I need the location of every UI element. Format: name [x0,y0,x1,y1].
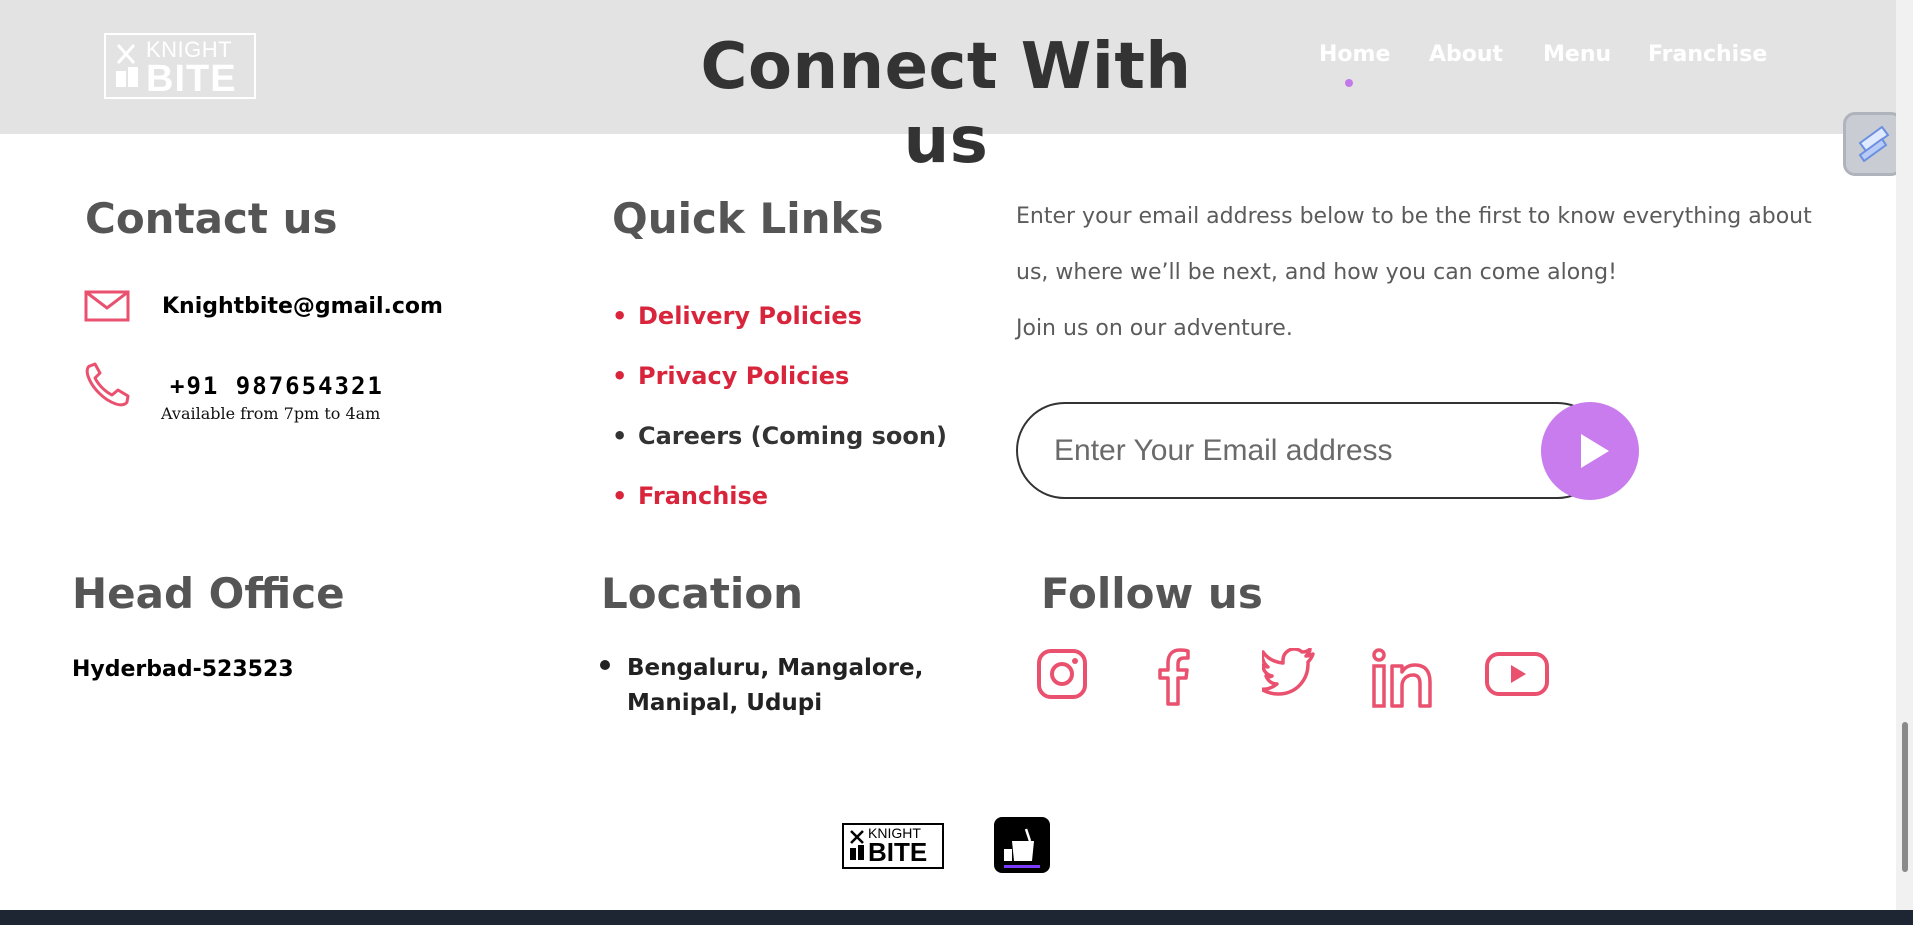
nav-home[interactable]: Home [1319,42,1390,67]
quick-link-privacy[interactable]: • Privacy Policies [612,362,849,390]
contact-email[interactable]: Knightbite@gmail.com [162,294,443,319]
scrollbar-thumb[interactable] [1902,722,1908,872]
nav-about[interactable]: About [1429,42,1503,67]
quick-link-delivery[interactable]: • Delivery Policies [612,302,862,330]
head-office-heading: Head Office [72,569,345,618]
contact-phone[interactable]: +91 987654321 [170,372,384,400]
mail-icon [84,290,130,322]
linkedin-icon[interactable] [1370,648,1434,710]
quick-link-label: Franchise [638,482,769,510]
phone-icon [85,362,130,407]
quick-link-label: Careers (Coming soon) [638,422,947,450]
email-input[interactable] [1054,424,1534,478]
quick-link-careers[interactable]: • Careers (Coming soon) [612,422,947,450]
contact-heading: Contact us [85,194,338,243]
list-bullet: • [612,302,628,330]
fork-knife-icon [850,830,864,860]
floating-tool-button[interactable] [1843,112,1903,176]
list-bullet: • [612,422,628,450]
nav-menu[interactable]: Menu [1543,42,1611,67]
footer-logo[interactable]: KNIGHT BITE [842,823,944,869]
pencil-icon [1858,125,1890,163]
fork-knife-icon [116,44,138,87]
youtube-icon[interactable] [1484,648,1550,700]
facebook-icon[interactable] [1154,648,1194,706]
os-taskbar [0,910,1913,925]
newsletter-form [1016,402,1606,499]
header-logo[interactable]: KNIGHT BITE [104,33,256,99]
subscribe-button[interactable] [1541,402,1639,500]
food-bag-icon [1004,828,1040,868]
instagram-icon[interactable] [1036,648,1088,700]
footer-logo-text-bite: BITE [868,837,928,867]
logo-text-bite: BITE [146,58,237,100]
newsletter-text-line3: Join us on our adventure. [1016,316,1293,341]
app-icon[interactable] [994,817,1050,873]
newsletter-text-line2: us, where we’ll be next, and how you can… [1016,260,1617,285]
location-heading: Location [601,569,804,618]
follow-heading: Follow us [1041,569,1263,618]
play-icon [1581,434,1609,468]
quick-link-label: Delivery Policies [638,302,862,330]
quick-link-franchise[interactable]: • Franchise [612,482,768,510]
page-title: Connect With us [700,30,1192,178]
head-office-address: Hyderbad-523523 [72,657,294,682]
list-bullet: • [612,482,628,510]
newsletter-text-line1: Enter your email address below to be the… [1016,204,1812,229]
quick-links-heading: Quick Links [612,194,884,243]
location-line1: Bengaluru, Mangalore, [627,655,924,681]
location-line2: Manipal, Udupi [627,690,823,716]
twitter-icon[interactable] [1262,648,1316,696]
list-bullet: • [612,362,628,390]
contact-availability: Available from 7pm to 4am [161,404,381,423]
nav-active-indicator [1345,79,1353,87]
list-bullet [600,660,610,670]
quick-link-label: Privacy Policies [638,362,850,390]
nav-franchise[interactable]: Franchise [1648,42,1767,67]
